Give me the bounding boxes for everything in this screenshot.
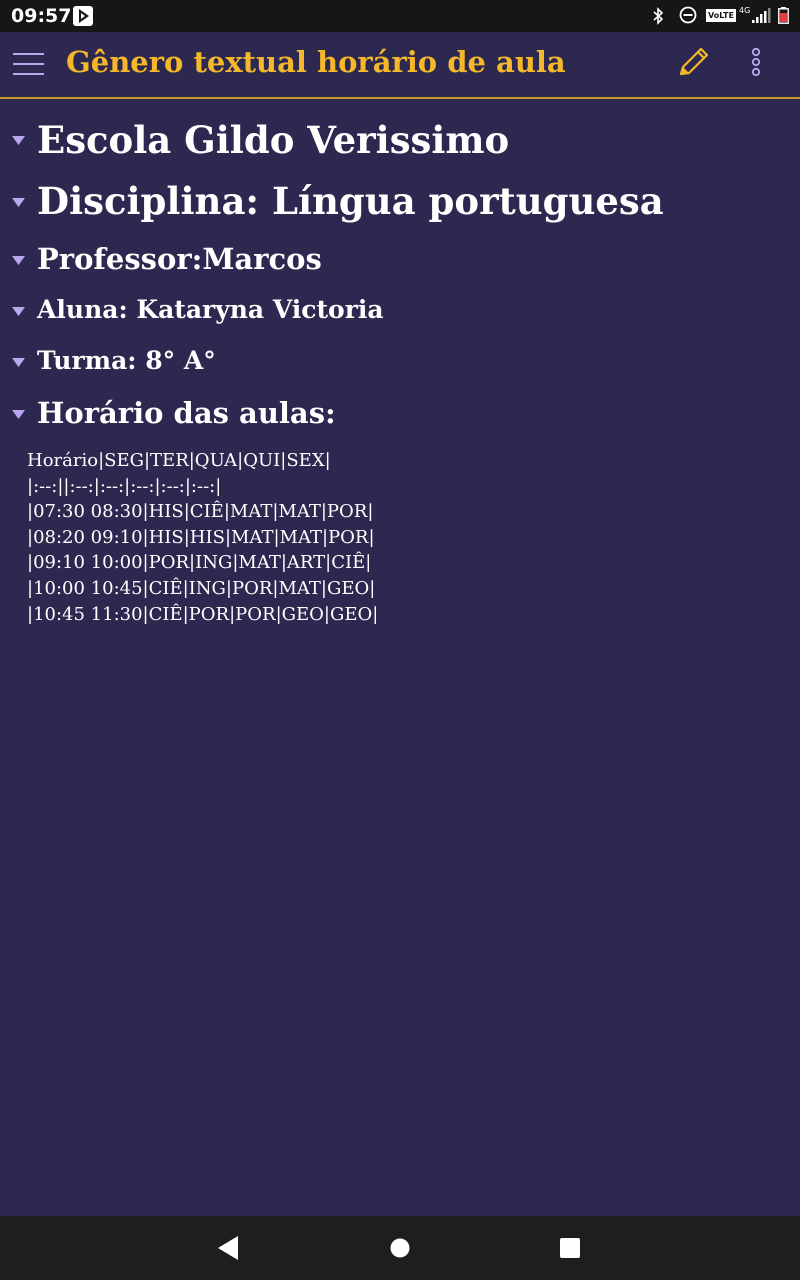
back-icon[interactable] — [218, 1236, 238, 1260]
schedule-line: |09:10 10:00|POR|ING|MAT|ART|CIÊ| — [27, 552, 372, 574]
navigation-bar — [0, 1216, 800, 1280]
heading-text: Aluna: Kataryna Victoria — [37, 295, 384, 324]
heading-subject: Disciplina: Língua portuguesa — [0, 179, 800, 223]
collapse-arrow-icon[interactable] — [12, 410, 25, 420]
heading-schedule: Horário das aulas: — [0, 396, 800, 436]
status-bar: 09:57 VoLTE 4G — [0, 0, 800, 32]
schedule-line: Horário|SEG|TER|QUA|QUI|SEX| — [27, 450, 331, 471]
heading-text: Turma: 8° A° — [37, 346, 216, 375]
network-type: 4G — [739, 6, 751, 15]
schedule-line: |08:20 09:10|HIS|HIS|MAT|MAT|POR| — [27, 526, 375, 548]
home-icon[interactable] — [390, 1238, 410, 1258]
app-title: Gênero textual horário de aula — [66, 45, 566, 79]
play-store-icon — [73, 6, 93, 26]
bluetooth-icon — [653, 7, 664, 25]
collapse-arrow-icon[interactable] — [12, 198, 25, 208]
collapse-arrow-icon[interactable] — [12, 256, 25, 266]
more-vert-icon[interactable] — [746, 46, 766, 80]
schedule-line: |07:30 08:30|HIS|CIÊ|MAT|MAT|POR| — [27, 501, 374, 523]
app-bar: Gênero textual horário de aula — [0, 32, 800, 99]
heading-student: Aluna: Kataryna Victoria — [0, 295, 800, 335]
heading-text: Escola Gildo Verissimo — [37, 118, 510, 162]
battery-icon — [778, 7, 789, 24]
schedule-line: |10:45 11:30|CIÊ|POR|POR|GEO|GEO| — [27, 603, 379, 625]
heading-text: Horário das aulas: — [37, 396, 336, 430]
collapse-arrow-icon[interactable] — [12, 358, 25, 368]
schedule-line: |10:00 10:45|CIÊ|ING|POR|MAT|GEO| — [27, 577, 376, 599]
heading-teacher: Professor:Marcos — [0, 242, 800, 282]
status-time: 09:57 — [11, 5, 72, 27]
heading-class: Turma: 8° A° — [0, 346, 800, 386]
menu-icon[interactable] — [13, 52, 45, 76]
volte-badge: VoLTE — [706, 9, 736, 22]
heading-text: Professor:Marcos — [37, 242, 322, 276]
signal-icon — [752, 8, 771, 23]
collapse-arrow-icon[interactable] — [12, 136, 25, 146]
collapse-arrow-icon[interactable] — [12, 307, 25, 317]
heading-text: Disciplina: Língua portuguesa — [37, 179, 664, 223]
schedule-line: |:--:||:--:|:--:|:--:|:--:|:--:| — [27, 475, 222, 497]
recents-icon[interactable] — [560, 1238, 580, 1258]
schedule-table-text: Horário|SEG|TER|QUA|QUI|SEX| |:--:||:--:|… — [27, 448, 378, 627]
do-not-disturb-icon — [679, 6, 697, 24]
edit-pencil-icon[interactable] — [676, 46, 710, 80]
heading-school: Escola Gildo Verissimo — [0, 118, 800, 162]
